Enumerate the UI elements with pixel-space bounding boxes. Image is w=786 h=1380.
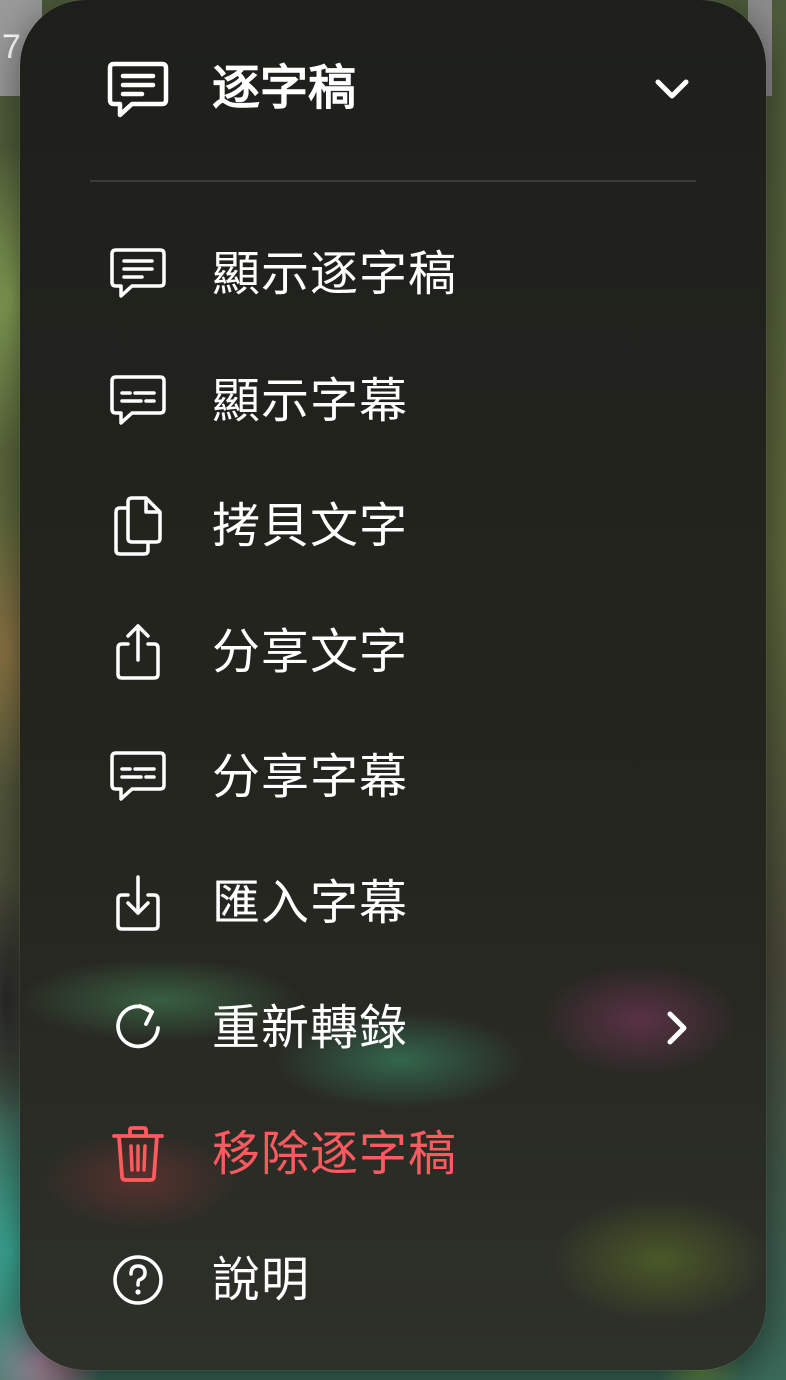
captions-bubble-icon bbox=[106, 745, 170, 809]
menu-item-label: 分享文字 bbox=[212, 624, 409, 680]
redo-arrow-icon bbox=[106, 996, 170, 1060]
menu-item-remove-transcript[interactable]: 移除逐字稿 bbox=[20, 1099, 766, 1209]
menu-item-label: 移除逐字稿 bbox=[212, 1126, 458, 1182]
menu-item-label: 說明 bbox=[212, 1252, 311, 1308]
transcript-bubble-icon bbox=[106, 60, 170, 120]
menu-item-import-captions[interactable]: 匯入字幕 bbox=[20, 848, 766, 958]
chevron-down-icon[interactable] bbox=[650, 70, 694, 110]
menu-item-share-text[interactable]: 分享文字 bbox=[20, 597, 766, 707]
copy-docs-icon bbox=[106, 494, 170, 558]
share-icon bbox=[106, 620, 170, 684]
menu-item-label: 分享字幕 bbox=[212, 749, 409, 805]
menu-item-show-captions[interactable]: 顯示字幕 bbox=[20, 346, 766, 456]
menu-divider bbox=[90, 180, 696, 182]
transcript-menu: 逐字稿 顯示逐字稿 顯示字幕 拷貝文字 分享文字 分享字幕 匯入字幕 重新轉錄 … bbox=[20, 0, 766, 1370]
menu-header[interactable]: 逐字稿 bbox=[20, 0, 766, 180]
trash-icon bbox=[106, 1122, 170, 1186]
menu-item-copy-text[interactable]: 拷貝文字 bbox=[20, 471, 766, 581]
import-icon bbox=[106, 871, 170, 935]
menu-item-show-transcript[interactable]: 顯示逐字稿 bbox=[20, 219, 766, 329]
menu-item-label: 顯示逐字稿 bbox=[212, 246, 458, 302]
menu-item-share-captions[interactable]: 分享字幕 bbox=[20, 722, 766, 832]
background-partial-text: 7 bbox=[2, 28, 21, 66]
menu-item-help[interactable]: 說明 bbox=[20, 1225, 766, 1335]
transcript-bubble-icon bbox=[106, 242, 170, 306]
menu-item-label: 顯示字幕 bbox=[212, 373, 409, 429]
menu-item-label: 重新轉錄 bbox=[212, 1000, 409, 1056]
chevron-right-icon bbox=[656, 1006, 696, 1050]
menu-item-label: 匯入字幕 bbox=[212, 875, 409, 931]
captions-bubble-icon bbox=[106, 369, 170, 433]
menu-item-retranscribe[interactable]: 重新轉錄 bbox=[20, 973, 766, 1083]
menu-item-label: 拷貝文字 bbox=[212, 498, 409, 554]
help-circle-icon bbox=[106, 1248, 170, 1312]
menu-title: 逐字稿 bbox=[212, 60, 357, 116]
